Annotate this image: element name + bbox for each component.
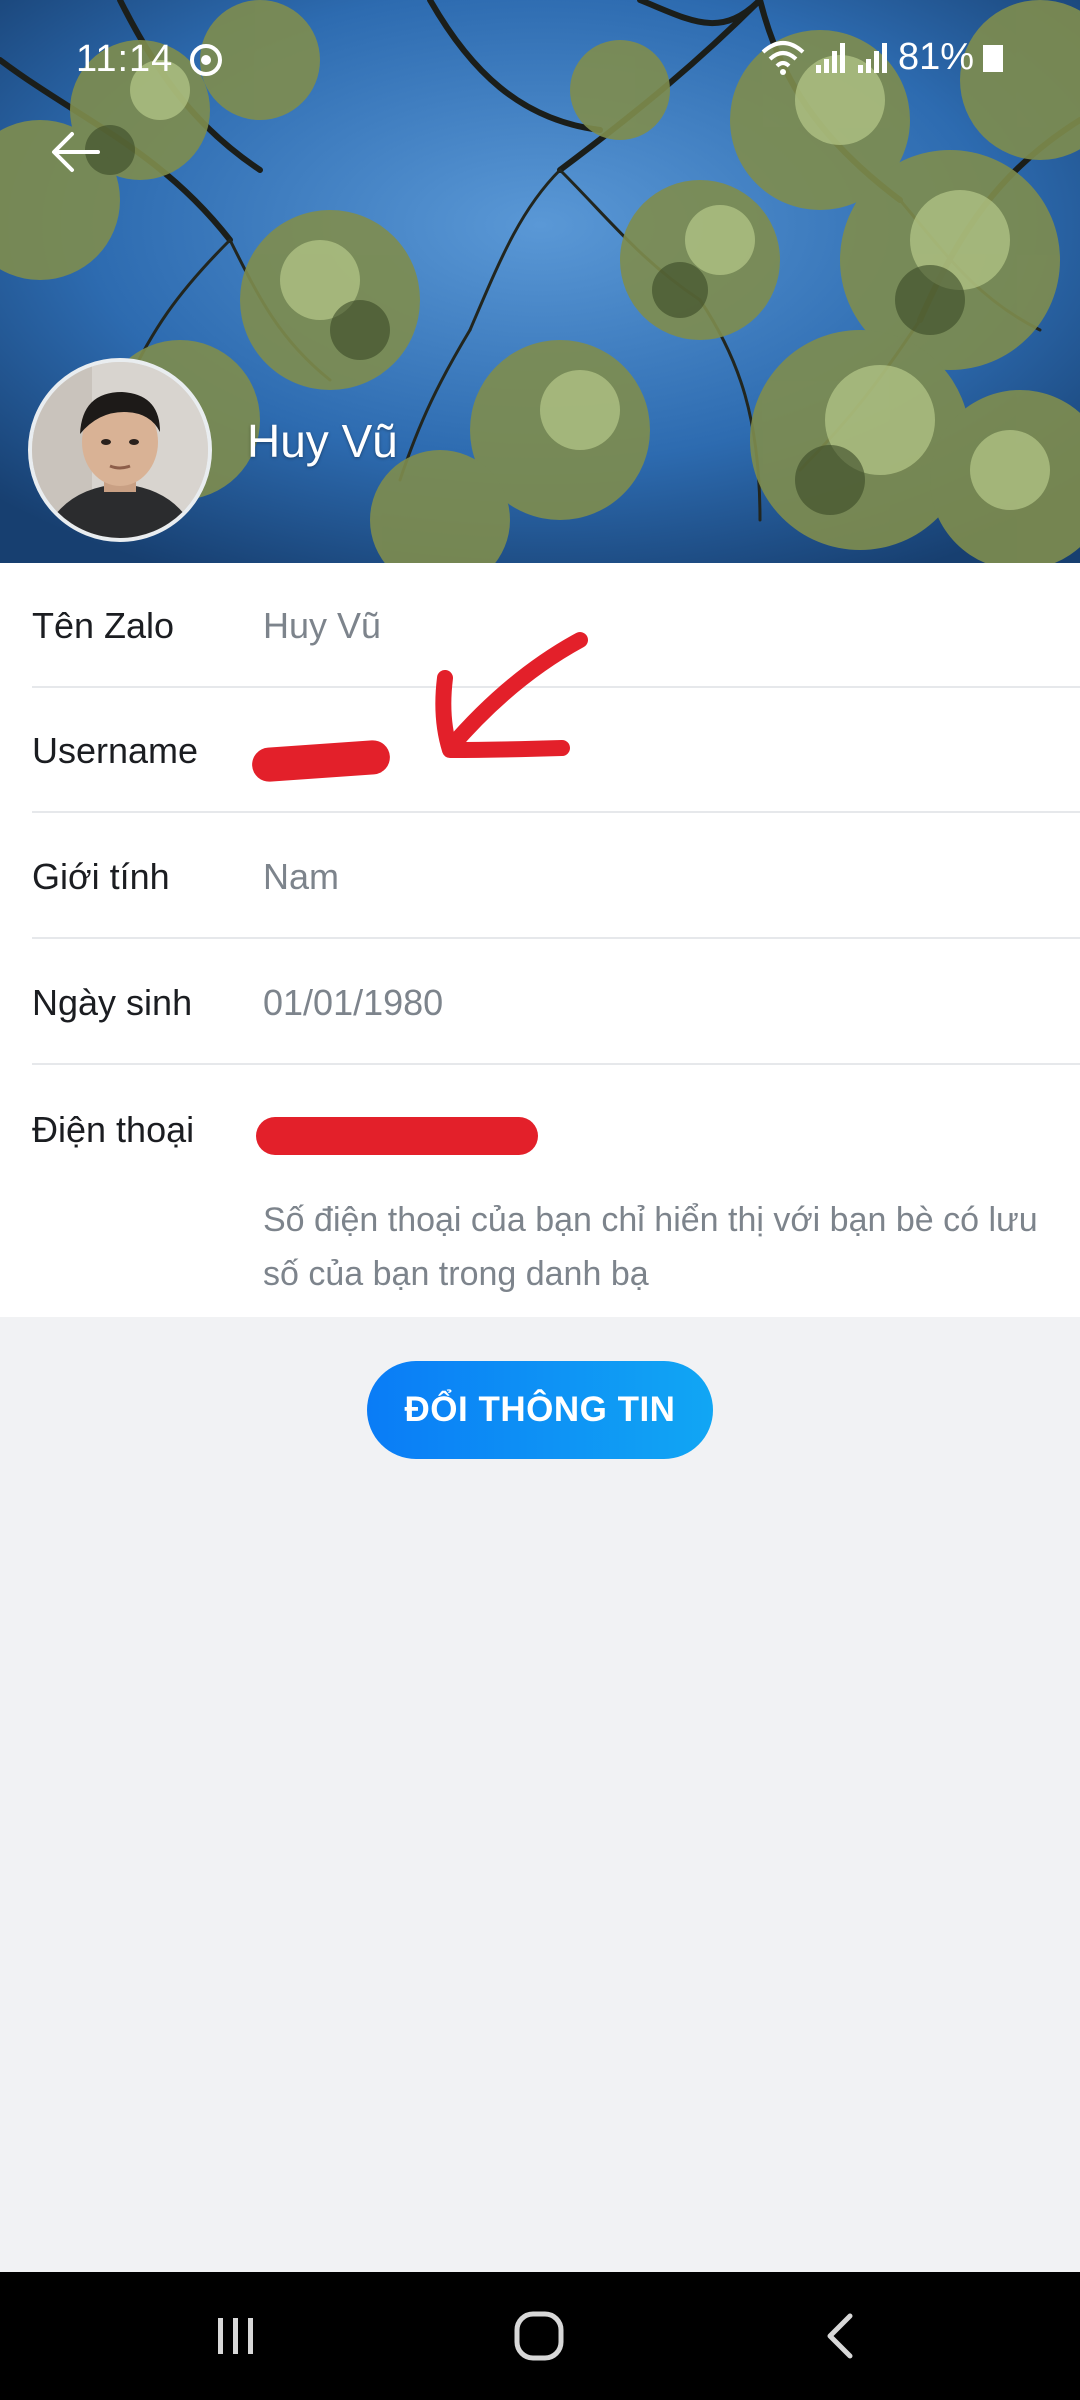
sync-icon <box>186 40 226 80</box>
info-row-birthday: Ngày sinh 01/01/1980 <box>32 940 1080 1065</box>
phone-privacy-note: Số điện thoại của bạn chỉ hiển thị với b… <box>263 1201 1038 1293</box>
info-value: 01/01/1980 <box>263 982 444 1023</box>
signal-icon <box>856 41 890 75</box>
avatar[interactable] <box>28 358 212 542</box>
info-label: Tên Zalo <box>32 605 175 646</box>
avatar-photo <box>32 362 208 538</box>
recent-apps-icon <box>218 2318 253 2354</box>
cover-photo[interactable]: 11:14 81% Huy Vũ <box>0 0 1080 563</box>
recent-apps-button[interactable] <box>156 2272 316 2400</box>
back-nav-button[interactable] <box>760 2272 920 2400</box>
battery-icon <box>982 43 1004 73</box>
edit-info-button[interactable]: ĐỔI THÔNG TIN <box>367 1361 713 1459</box>
info-label: Điện thoại <box>32 1109 195 1150</box>
info-value: Huy Vũ <box>263 605 382 646</box>
battery-percent: 81% <box>897 36 974 78</box>
profile-name: Huy Vũ <box>247 415 398 467</box>
info-label: Ngày sinh <box>32 982 193 1023</box>
wifi-icon <box>760 40 806 76</box>
profile-info-screen: 11:14 81% Huy Vũ Tên Zalo Huy Vũ Usernam… <box>0 0 1080 2400</box>
status-icons: 81% <box>760 36 1004 79</box>
status-bar: 11:14 81% <box>0 0 1080 120</box>
info-label: Username <box>32 730 199 771</box>
system-navigation-bar <box>0 2272 1080 2400</box>
info-row-gender: Giới tính Nam <box>32 814 1080 939</box>
status-time: 11:14 <box>76 38 174 80</box>
redaction-mark <box>256 1117 538 1155</box>
home-button[interactable] <box>459 2272 619 2400</box>
info-value: Nam <box>263 856 340 897</box>
back-nav-icon <box>827 2313 853 2359</box>
signal-icon <box>814 41 848 75</box>
arrow-left-icon <box>52 132 100 172</box>
info-label: Giới tính <box>32 856 170 897</box>
redaction-mark <box>250 739 392 783</box>
home-icon <box>514 2311 564 2361</box>
back-button[interactable] <box>40 120 112 184</box>
annotation-arrow-icon <box>435 632 588 758</box>
info-row-phone: Điện thoại Số điện thoại của bạn chỉ hiể… <box>32 1065 1080 1317</box>
